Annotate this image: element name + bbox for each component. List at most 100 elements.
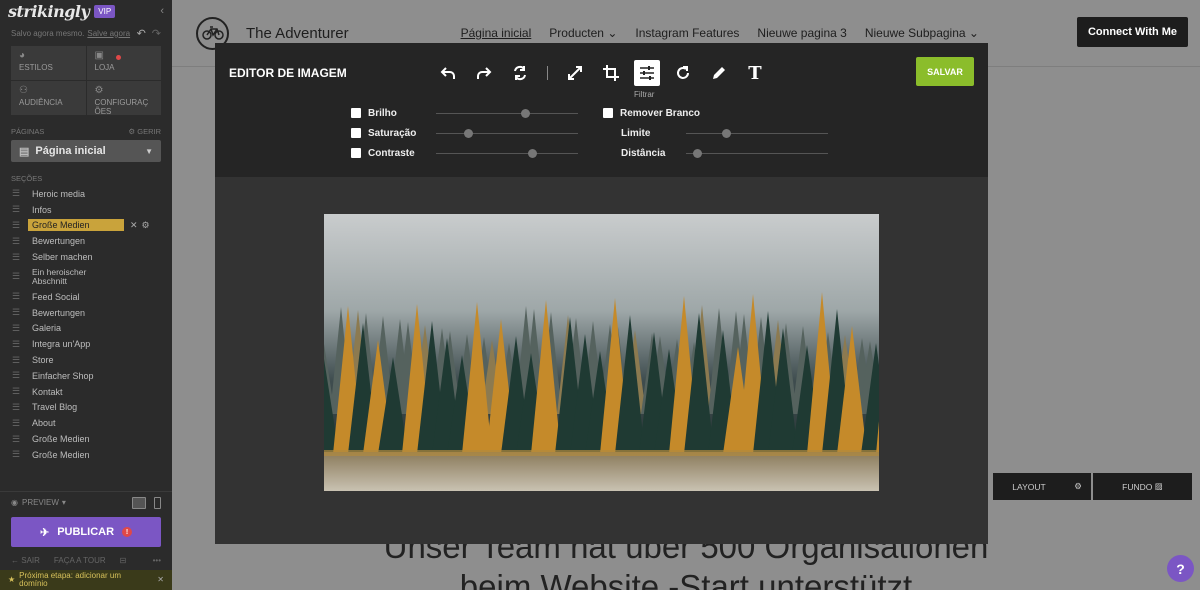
- drag-handle-icon[interactable]: ☰: [12, 449, 22, 460]
- edited-photo[interactable]: [324, 214, 879, 491]
- chat-icon[interactable]: ⊟: [120, 556, 127, 565]
- collapse-sidebar-icon[interactable]: ‹: [160, 5, 164, 17]
- filter-remove-white: Remover Branco: [603, 106, 700, 120]
- section-item[interactable]: ☰ Store: [0, 352, 172, 368]
- undo-icon[interactable]: ↶: [137, 27, 146, 40]
- redo-icon[interactable]: ↷: [152, 27, 161, 40]
- drag-handle-icon[interactable]: ☰: [12, 291, 22, 302]
- drag-handle-icon[interactable]: ☰: [12, 307, 22, 318]
- section-item[interactable]: ☰ Bewertungen: [0, 233, 172, 249]
- filter-icon[interactable]: [634, 60, 660, 86]
- section-item[interactable]: ☰ Heroic media: [0, 186, 172, 202]
- threshold-slider[interactable]: [686, 128, 828, 138]
- slider-knob[interactable]: [693, 148, 703, 158]
- section-name: Bewertungen: [32, 236, 86, 247]
- nav-item-instagram[interactable]: Instagram Features: [635, 26, 739, 40]
- saturation-checkbox[interactable]: [351, 128, 361, 138]
- drag-handle-icon[interactable]: ☰: [12, 323, 22, 334]
- drag-handle-icon[interactable]: ☰: [12, 386, 22, 397]
- drag-handle-icon[interactable]: ☰: [12, 434, 22, 445]
- slider-knob[interactable]: [464, 128, 474, 138]
- remove-white-checkbox[interactable]: [603, 108, 613, 118]
- layout-button[interactable]: Layout: [993, 473, 1065, 500]
- drag-handle-icon[interactable]: ☰: [12, 418, 22, 429]
- section-item[interactable]: ☰ Feed Social: [0, 289, 172, 305]
- page-selector[interactable]: ▤ Página inicial ▼: [11, 140, 161, 162]
- section-item[interactable]: ☰ Ein heroischer Abschnitt: [0, 265, 172, 289]
- manage-pages-link[interactable]: ⚙ Gerir: [128, 127, 161, 136]
- undo-icon[interactable]: [435, 60, 461, 86]
- brightness-slider[interactable]: [436, 108, 578, 118]
- brightness-checkbox[interactable]: [351, 108, 361, 118]
- rotate-icon[interactable]: [670, 60, 696, 86]
- section-item[interactable]: ☰ About: [0, 415, 172, 431]
- drag-handle-icon[interactable]: ☰: [12, 370, 22, 381]
- contrast-checkbox[interactable]: [351, 148, 361, 158]
- drag-handle-icon[interactable]: ☰: [12, 402, 22, 413]
- crop-icon[interactable]: [598, 60, 624, 86]
- background-button[interactable]: Fundo ▨: [1093, 473, 1192, 500]
- filter-contrast: Contraste: [351, 146, 578, 160]
- slider-knob[interactable]: [521, 108, 531, 118]
- section-item[interactable]: ☰ Selber machen: [0, 249, 172, 265]
- nav-item-home[interactable]: Página inicial: [461, 26, 532, 40]
- drag-handle-icon[interactable]: ☰: [12, 271, 22, 282]
- rocket-icon: ✈: [39, 526, 50, 539]
- section-item[interactable]: ☰ Große Medien: [0, 431, 172, 447]
- preview-dropdown[interactable]: Preview: [22, 498, 59, 507]
- drag-handle-icon[interactable]: ☰: [12, 339, 22, 350]
- drag-handle-icon[interactable]: ☰: [12, 188, 22, 199]
- section-item[interactable]: ☰ Einfacher Shop: [0, 368, 172, 384]
- filter-threshold: Limite: [621, 126, 828, 140]
- section-item-active[interactable]: ☰ Große Medien ✕ ⚙: [0, 218, 172, 234]
- exit-link[interactable]: ← Sair: [11, 556, 40, 565]
- save-button[interactable]: SALVAR: [916, 57, 974, 86]
- section-item[interactable]: ☰ Bewertungen: [0, 305, 172, 321]
- tour-link[interactable]: Faça a tour: [54, 556, 106, 565]
- section-item[interactable]: ☰ Integra un'App: [0, 336, 172, 352]
- nav-item-subpagina[interactable]: Nieuwe Subpagina ⌄: [865, 26, 979, 40]
- next-step-banner[interactable]: ★ Próxima etapa: adicionar um domínio ✕: [0, 570, 172, 590]
- saturation-slider[interactable]: [436, 128, 578, 138]
- redo-icon[interactable]: [471, 60, 497, 86]
- section-settings-icon[interactable]: ⚙: [142, 220, 150, 231]
- desktop-icon[interactable]: [132, 496, 146, 509]
- section-item[interactable]: ☰ Galeria: [0, 321, 172, 337]
- resize-icon[interactable]: [562, 60, 588, 86]
- help-button[interactable]: ?: [1167, 555, 1194, 582]
- more-icon[interactable]: •••: [153, 556, 161, 565]
- save-now-link[interactable]: Salve agora: [87, 29, 130, 38]
- section-item[interactable]: ☰ Große Medien: [0, 447, 172, 463]
- site-title[interactable]: The Adventurer: [246, 25, 349, 42]
- tile-store[interactable]: ▣ Loja: [86, 46, 161, 80]
- draw-icon[interactable]: [706, 60, 732, 86]
- tile-styles[interactable]: ◕ Estilos: [11, 46, 86, 80]
- drag-handle-icon[interactable]: ☰: [12, 220, 22, 231]
- nav-item-page3[interactable]: Nieuwe pagina 3: [757, 26, 846, 40]
- drag-handle-icon[interactable]: ☰: [12, 252, 22, 263]
- contrast-slider[interactable]: [436, 148, 578, 158]
- nav-item-producten[interactable]: Producten ⌄: [549, 26, 617, 40]
- slider-knob[interactable]: [721, 128, 731, 138]
- section-item[interactable]: ☰ Travel Blog: [0, 400, 172, 416]
- section-item[interactable]: ☰ Infos: [0, 202, 172, 218]
- tile-settings[interactable]: ⚙ Configuraç ões: [86, 81, 161, 116]
- tile-audience[interactable]: ⚇ Audiência: [11, 81, 86, 115]
- distance-slider[interactable]: [686, 148, 828, 158]
- publish-button[interactable]: ✈ Publicar !: [11, 517, 161, 547]
- strikingly-logo[interactable]: strikingly: [8, 2, 90, 21]
- slider-knob[interactable]: [528, 148, 538, 158]
- section-name: Feed Social: [32, 291, 80, 302]
- text-icon[interactable]: T: [742, 60, 768, 86]
- drag-handle-icon[interactable]: ☰: [12, 355, 22, 366]
- delete-section-icon[interactable]: ✕: [130, 220, 138, 231]
- drag-handle-icon[interactable]: ☰: [12, 236, 22, 247]
- drag-handle-icon[interactable]: ☰: [12, 204, 22, 215]
- layout-settings-icon[interactable]: ⚙: [1065, 473, 1091, 500]
- section-toolbar: Layout ⚙ Fundo ▨: [993, 473, 1192, 500]
- close-icon[interactable]: ✕: [157, 576, 164, 584]
- section-item[interactable]: ☰ Kontakt: [0, 384, 172, 400]
- connect-button[interactable]: Connect With Me: [1077, 17, 1188, 47]
- mobile-icon[interactable]: [154, 496, 161, 509]
- reset-icon[interactable]: [507, 60, 533, 86]
